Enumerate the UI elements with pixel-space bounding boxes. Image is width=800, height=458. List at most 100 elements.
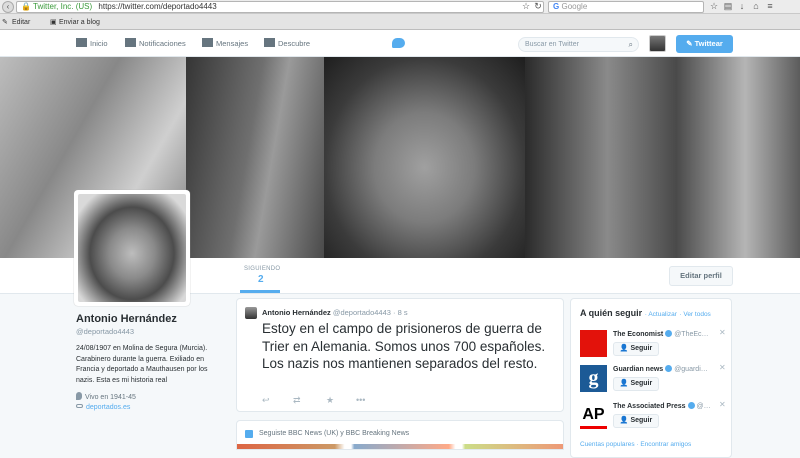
follow-user-icon: 👤 [619,345,629,352]
bookmark-edit[interactable]: Editar [12,15,30,30]
blog-icon: ▣ [50,19,57,26]
suggestion-name[interactable]: Guardian news @guardi… [613,365,721,373]
profile-bio: 24/08/1907 en Molina de Segura (Murcia).… [76,345,208,384]
profile-url[interactable]: deportados.es [76,404,226,411]
browser-toolbar: ‹ 🔒 Twitter, Inc. (US) https://twitter.c… [0,0,800,14]
location-pin-icon [76,392,82,400]
suggestion-name[interactable]: The Economist @TheEc… [613,330,721,338]
follow-button[interactable]: 👤 Seguir [613,342,659,356]
back-icon[interactable]: ‹ [2,1,14,13]
library-icon[interactable]: ▤ [722,1,734,12]
profile-avatar[interactable] [74,190,190,306]
nav-messages-label: Mensajes [216,39,249,48]
star-icon[interactable]: ☆ [520,1,532,12]
suggestion-name-text[interactable]: Guardian news [613,366,663,373]
follow-button-label: Seguir [630,417,653,424]
tweet-author-name[interactable]: Antonio Hernández [262,308,331,317]
reply-icon[interactable]: ↩ [262,395,270,406]
follow-user-icon: 👤 [619,380,629,387]
who-to-follow-header: A quién seguir · Actualizar · Ver todos [580,308,711,318]
suggestion-name-text[interactable]: The Economist [613,331,663,338]
view-all-link[interactable]: · Ver todos [679,311,710,318]
menu-icon[interactable]: ≡ [764,1,776,11]
profile-location-text: Vivo en 1941-45 [85,394,136,401]
suggestion-name-text[interactable]: The Associated Press [613,403,686,410]
verified-badge-icon [687,402,695,409]
profile-handle[interactable]: @deportado4443 [76,327,226,336]
edit-profile-button[interactable]: Editar perfil [669,266,733,286]
tweet-author-handle[interactable]: @deportado4443 [333,308,391,317]
suggestion-name[interactable]: The Associated Press @… [613,402,721,410]
dismiss-icon[interactable]: ✕ [719,363,726,372]
header-photo-4 [525,57,800,258]
google-icon: G [553,2,560,11]
more-icon[interactable]: ••• [356,395,365,405]
browser-search-input[interactable]: G Google [548,1,704,13]
follow-button[interactable]: 👤 Seguir [613,414,659,428]
following-label[interactable]: SIGUIENDO [244,266,280,272]
link-icon [76,404,83,408]
verified-badge-icon [665,330,673,337]
nav-discover[interactable]: Descubre [264,30,310,57]
tweet-timestamp[interactable]: · 8 s [393,308,408,317]
followed-notice-text[interactable]: Seguiste BBC News (UK) y BBC Breaking Ne… [259,430,409,437]
profile-avatar-image [78,194,186,302]
user-avatar-small[interactable] [649,35,666,52]
tweet-avatar[interactable] [245,307,257,319]
bookmark-star-icon[interactable]: ☆ [708,1,720,12]
suggestion-handle[interactable]: @… [697,403,711,410]
follow-user-icon: 👤 [619,417,629,424]
suggestion-handle[interactable]: @guardi… [674,366,708,373]
profile-bio-card: Antonio Hernández @deportado4443 24/08/1… [76,313,226,411]
tweet-author[interactable]: Antonio Hernández @deportado4443 · 8 s [262,308,408,317]
nav-notifications-label: Notificaciones [139,39,186,48]
twitter-search-input[interactable]: Buscar en Twitter ⌕ [518,37,639,52]
who-to-follow-footer[interactable]: Cuentas populares · Encontrar amigos [580,441,691,448]
bookmark-send-to-blog[interactable]: Enviar a blog [59,15,100,30]
followed-preview-images [237,444,563,449]
tweet-text: Estoy en el campo de prisioneros de guer… [262,321,546,371]
dismiss-icon[interactable]: ✕ [719,400,726,409]
twitter-top-nav: Inicio Notificaciones Mensajes Descubre … [0,30,800,57]
dismiss-icon[interactable]: ✕ [719,328,726,337]
suggestion-economist: The Economist @TheEc… 👤 Seguir ✕ [580,328,730,364]
suggestion-handle[interactable]: @TheEc… [674,331,708,338]
follow-user-icon [245,430,253,438]
nav-notifications[interactable]: Notificaciones [125,30,186,57]
tweet-button[interactable]: ✎ Twittear [676,35,733,53]
home-browser-icon[interactable]: ⌂ [750,1,762,11]
twitter-bird-icon[interactable] [392,38,405,48]
who-to-follow-panel: A quién seguir · Actualizar · Ver todos … [570,298,732,458]
following-count[interactable]: 2 [258,274,264,285]
tweet-card[interactable]: Antonio Hernández @deportado4443 · 8 s E… [236,298,564,412]
url-bar[interactable]: 🔒 Twitter, Inc. (US) https://twitter.com… [16,1,544,13]
reload-icon[interactable]: ↻ [532,1,544,12]
economist-logo-icon[interactable] [580,330,607,357]
hash-icon [264,38,275,47]
who-to-follow-title: A quién seguir [580,308,643,318]
tweet-button-label: Twittear [694,39,723,48]
profile-url-text[interactable]: deportados.es [86,404,130,411]
verified-badge-icon [665,365,673,372]
retweet-icon[interactable]: ⇄ [293,395,301,406]
nav-home[interactable]: Inicio [76,30,108,57]
nav-home-label: Inicio [90,39,108,48]
nav-discover-label: Descubre [278,39,311,48]
download-icon[interactable]: ↓ [736,1,748,11]
search-icon[interactable]: ⌕ [629,38,633,51]
ap-logo-icon[interactable]: AP [580,402,607,429]
envelope-icon [202,38,213,47]
header-photo-2 [186,57,324,258]
nav-messages[interactable]: Mensajes [202,30,248,57]
bookmarks-bar: ✎ Editar ▣ Enviar a blog [0,15,800,30]
profile-location: Vivo en 1941-45 [76,392,226,401]
bell-icon [125,38,136,47]
follow-button[interactable]: 👤 Seguir [613,377,659,391]
guardian-logo-icon[interactable]: g [580,365,607,392]
followed-notice[interactable]: Seguiste BBC News (UK) y BBC Breaking Ne… [236,420,564,450]
browser-search-placeholder: Google [561,2,588,11]
refresh-link[interactable]: · Actualizar [645,311,677,318]
favorite-star-icon[interactable]: ★ [326,395,334,406]
profile-name[interactable]: Antonio Hernández [76,313,226,325]
edit-icon: ✎ [2,19,8,26]
